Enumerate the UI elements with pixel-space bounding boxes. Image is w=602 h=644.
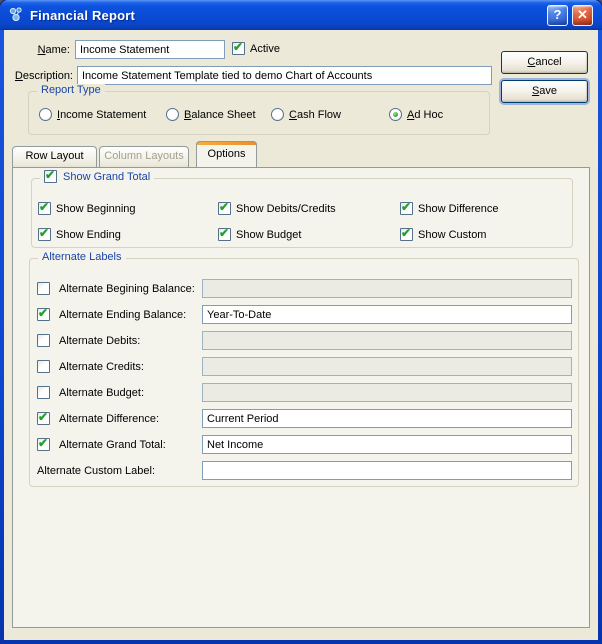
radio-income-statement[interactable]: Income Statement <box>39 108 146 121</box>
close-button[interactable]: ✕ <box>572 5 593 26</box>
tab-row-layout[interactable]: Row Layout <box>12 146 97 167</box>
radio-income-statement-dot[interactable] <box>39 108 52 121</box>
radio-ad-hoc-dot[interactable] <box>389 108 402 121</box>
alt-custom-label-label: Alternate Custom Label: <box>37 465 200 477</box>
show-grand-total-label: Show Grand Total <box>63 171 150 183</box>
alt-ending-balance-label: Alternate Ending Balance: <box>59 309 200 321</box>
show-difference-checkbox[interactable] <box>400 202 413 215</box>
show-beginning-checkbox[interactable] <box>38 202 51 215</box>
radio-ad-hoc-label: Ad Hoc <box>407 109 443 121</box>
alt-credits-input <box>202 357 572 376</box>
window-title: Financial Report <box>30 8 135 23</box>
help-button[interactable]: ? <box>547 5 568 26</box>
show-debits-credits-checkbox[interactable] <box>218 202 231 215</box>
titlebar: Financial Report ? ✕ <box>0 0 602 30</box>
alt-grand-total-label: Alternate Grand Total: <box>59 439 200 451</box>
tab-options[interactable]: Options <box>196 141 257 167</box>
grand-total-group: Show Grand Total Show Beginning Show Deb… <box>31 178 573 248</box>
radio-balance-sheet[interactable]: Balance Sheet <box>166 108 256 121</box>
alt-credits-label: Alternate Credits: <box>59 361 200 373</box>
alt-budget-checkbox[interactable] <box>37 386 50 399</box>
show-ending-checkbox[interactable] <box>38 228 51 241</box>
active-label: Active <box>250 43 280 55</box>
show-custom-checkbox[interactable] <box>400 228 413 241</box>
alt-credits-checkbox[interactable] <box>37 360 50 373</box>
show-difference-label: Show Difference <box>418 203 499 215</box>
description-input[interactable] <box>77 66 492 85</box>
alt-begining-balance-checkbox[interactable] <box>37 282 50 295</box>
name-label: Name: <box>8 44 70 58</box>
dialog-body: Name: Active Description: Cancel Save Re… <box>4 30 598 640</box>
cancel-button[interactable]: Cancel <box>501 51 588 74</box>
alt-debits-label: Alternate Debits: <box>59 335 200 347</box>
tab-column-layouts[interactable]: Column Layouts <box>99 146 189 167</box>
show-grand-total-checkbox[interactable] <box>44 170 57 183</box>
alt-debits-input <box>202 331 572 350</box>
alt-grand-total-checkbox[interactable] <box>37 438 50 451</box>
report-type-group: Report Type Income Statement Balance She… <box>28 91 490 135</box>
radio-cash-flow-label: Cash Flow <box>289 109 341 121</box>
active-checkbox[interactable] <box>232 42 245 55</box>
alt-debits-checkbox[interactable] <box>37 334 50 347</box>
options-tab-panel: Show Grand Total Show Beginning Show Deb… <box>12 167 590 628</box>
save-button[interactable]: Save <box>501 80 588 103</box>
alt-ending-balance-input[interactable] <box>202 305 572 324</box>
show-ending-label: Show Ending <box>56 229 121 241</box>
show-beginning-label: Show Beginning <box>56 203 136 215</box>
alt-budget-label: Alternate Budget: <box>59 387 200 399</box>
alt-ending-balance-checkbox[interactable] <box>37 308 50 321</box>
alt-difference-checkbox[interactable] <box>37 412 50 425</box>
radio-cash-flow[interactable]: Cash Flow <box>271 108 341 121</box>
report-type-legend: Report Type <box>37 84 105 96</box>
alt-budget-input <box>202 383 572 402</box>
radio-balance-sheet-label: Balance Sheet <box>184 109 256 121</box>
radio-ad-hoc[interactable]: Ad Hoc <box>389 108 443 121</box>
alt-begining-balance-label: Alternate Begining Balance: <box>59 283 200 295</box>
alt-difference-label: Alternate Difference: <box>59 413 200 425</box>
radio-cash-flow-dot[interactable] <box>271 108 284 121</box>
show-debits-credits-label: Show Debits/Credits <box>236 203 336 215</box>
alt-difference-input[interactable] <box>202 409 572 428</box>
show-budget-checkbox[interactable] <box>218 228 231 241</box>
financial-report-window: Financial Report ? ✕ Name: Active Descri… <box>0 0 602 644</box>
alternate-labels-group: Alternate Labels Alternate Begining Bala… <box>29 258 579 487</box>
show-custom-label: Show Custom <box>418 229 486 241</box>
app-icon <box>7 6 25 24</box>
description-label: Description: <box>8 70 73 84</box>
name-input[interactable] <box>75 40 225 59</box>
alt-grand-total-input[interactable] <box>202 435 572 454</box>
alternate-labels-legend: Alternate Labels <box>38 251 126 263</box>
radio-income-statement-label: Income Statement <box>57 109 146 121</box>
alt-begining-balance-input <box>202 279 572 298</box>
radio-balance-sheet-dot[interactable] <box>166 108 179 121</box>
alt-custom-label-input[interactable] <box>202 461 572 480</box>
show-budget-label: Show Budget <box>236 229 301 241</box>
